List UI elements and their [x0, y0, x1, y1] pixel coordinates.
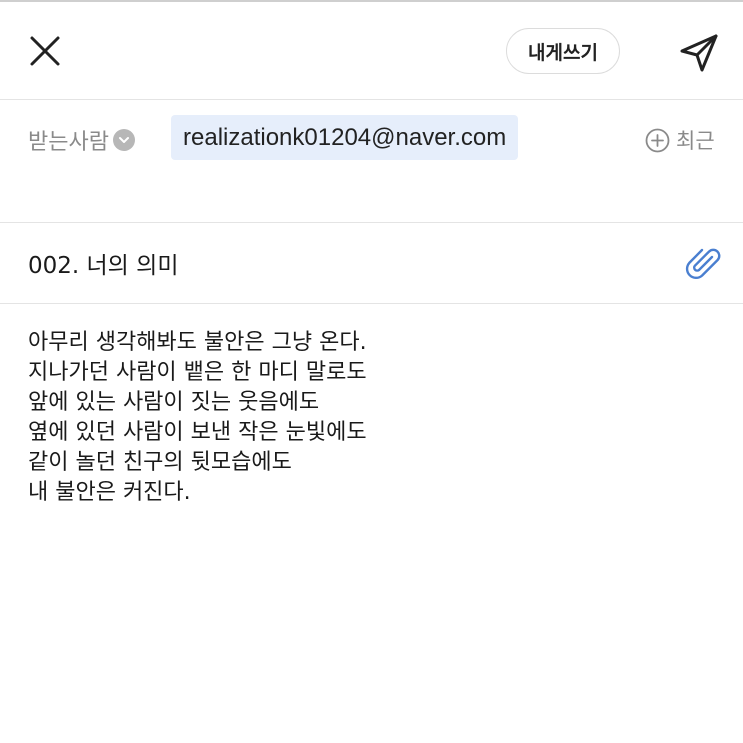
send-icon: [680, 34, 718, 72]
body-line: 앞에 있는 사람이 짓는 웃음에도: [28, 390, 320, 415]
chevron-down-icon: [112, 129, 135, 151]
body-line: 같이 놀던 친구의 뒷모습에도: [28, 450, 292, 475]
recipient-chip[interactable]: realizationk01204@naver.com: [171, 115, 519, 160]
subject-divider: [0, 303, 743, 304]
recipient-label[interactable]: 받는사람: [28, 124, 135, 156]
subject-field[interactable]: 002. 너의 의미: [28, 246, 178, 280]
body-line: 지나가던 사람이 뱉은 한 마디 말로도: [28, 360, 367, 385]
write-to-self-button[interactable]: 내게쓰기: [506, 28, 620, 74]
message-body[interactable]: 아무리 생각해봐도 불안은 그냥 온다. 지나가던 사람이 뱉은 한 마디 말로…: [28, 328, 718, 728]
compose-header: 내게쓰기: [0, 0, 743, 99]
recipient-divider: [0, 222, 743, 223]
close-button[interactable]: [24, 30, 66, 72]
recent-label: 최근: [676, 129, 715, 153]
close-icon: [30, 36, 60, 66]
send-button[interactable]: [676, 30, 722, 76]
recipient-label-text: 받는사람: [28, 130, 109, 155]
attach-button[interactable]: [684, 244, 724, 284]
paperclip-icon: [685, 248, 721, 279]
recent-contacts-button[interactable]: 최근: [645, 125, 715, 155]
plus-circle-icon: [645, 128, 670, 153]
body-line: 옆에 있던 사람이 보낸 작은 눈빛에도: [28, 420, 367, 445]
body-line: 내 불안은 커진다.: [28, 480, 191, 505]
body-line: 아무리 생각해봐도 불안은 그냥 온다.: [28, 330, 367, 355]
